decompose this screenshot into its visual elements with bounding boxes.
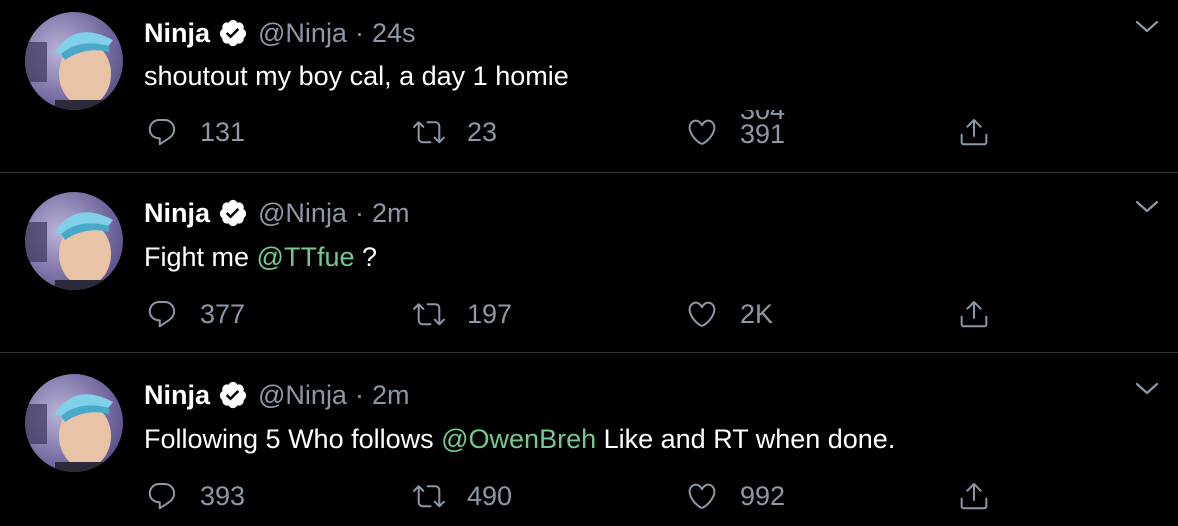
author-handle[interactable]: @Ninja	[258, 18, 347, 49]
retweet-button[interactable]: 23	[413, 110, 497, 154]
tweet-feed: Ninja @Ninja · 24s shoutout my boy cal, …	[0, 0, 1178, 526]
reply-count: 393	[200, 480, 246, 511]
heart-icon	[686, 116, 718, 148]
reply-button[interactable]: 377	[146, 292, 245, 336]
tweet-actions: 377 197 2K	[0, 292, 1178, 336]
share-icon	[958, 298, 990, 330]
tweet-text: Fight me @TTfue ?	[144, 237, 377, 277]
reply-count: 377	[200, 298, 246, 329]
verified-badge-icon	[218, 18, 248, 48]
share-icon	[958, 480, 990, 512]
mention-link[interactable]: @OwenBreh	[441, 424, 596, 454]
tweet[interactable]: Ninja @Ninja · 2m Fight me @TTfue ? 377	[0, 174, 1178, 353]
reply-icon	[146, 480, 178, 512]
retweet-count: 490	[467, 480, 513, 511]
chevron-down-icon[interactable]	[1134, 16, 1160, 38]
separator-dot: ·	[354, 197, 364, 228]
author-name[interactable]: Ninja	[144, 198, 210, 229]
heart-icon	[686, 298, 718, 330]
retweet-count: 197	[467, 298, 513, 329]
tweet-text-part: Like and RT when done.	[596, 424, 896, 454]
separator-dot: ·	[354, 17, 364, 48]
heart-icon	[686, 480, 718, 512]
retweet-button[interactable]: 197	[413, 292, 512, 336]
author-name[interactable]: Ninja	[144, 380, 210, 411]
tweet[interactable]: Ninja @Ninja · 24s shoutout my boy cal, …	[0, 0, 1178, 173]
retweet-icon	[413, 298, 445, 330]
reply-count: 131	[200, 116, 246, 147]
tweet-header: Ninja @Ninja · 2m	[144, 194, 409, 232]
share-button[interactable]	[958, 474, 990, 518]
like-button[interactable]: 992	[686, 474, 785, 518]
retweet-icon	[413, 480, 445, 512]
tweet[interactable]: Ninja @Ninja · 2m Following 5 Who follow…	[0, 354, 1178, 526]
chevron-down-icon[interactable]	[1134, 378, 1160, 400]
share-icon	[958, 116, 990, 148]
timestamp[interactable]: 24s	[372, 18, 416, 49]
mention-link[interactable]: @TTfue	[257, 242, 355, 272]
author-handle[interactable]: @Ninja	[258, 198, 347, 229]
share-button[interactable]	[958, 110, 990, 154]
reply-icon	[146, 116, 178, 148]
share-button[interactable]	[958, 292, 990, 336]
timestamp[interactable]: 2m	[372, 198, 410, 229]
tweet-header: Ninja @Ninja · 2m	[144, 376, 409, 414]
tweet-actions: 393 490 992	[0, 474, 1178, 518]
tweet-actions: 131 23 304 391	[0, 110, 1178, 154]
author-name[interactable]: Ninja	[144, 18, 210, 49]
avatar-image	[25, 192, 123, 290]
retweet-button[interactable]: 490	[413, 474, 512, 518]
tweet-header: Ninja @Ninja · 24s	[144, 14, 416, 52]
like-count-rolling: 304 391	[740, 110, 800, 154]
retweet-icon	[413, 116, 445, 148]
retweet-count: 23	[467, 116, 498, 147]
verified-badge-icon	[218, 198, 248, 228]
like-button[interactable]: 304 391	[686, 110, 800, 154]
avatar-image	[25, 374, 123, 472]
avatar-image	[25, 12, 123, 110]
tweet-text: shoutout my boy cal, a day 1 homie	[144, 56, 569, 96]
like-count-partial: 391	[740, 119, 786, 149]
like-count: 2K	[740, 298, 774, 329]
like-button[interactable]: 2K	[686, 292, 773, 336]
reply-button[interactable]: 393	[146, 474, 245, 518]
like-count: 992	[740, 480, 786, 511]
reply-icon	[146, 298, 178, 330]
avatar[interactable]	[25, 12, 123, 110]
tweet-text-part: shoutout my boy cal, a day 1 homie	[144, 61, 569, 91]
tweet-text-part: Fight me	[144, 242, 257, 272]
separator-dot: ·	[354, 379, 364, 410]
timestamp[interactable]: 2m	[372, 380, 410, 411]
avatar[interactable]	[25, 192, 123, 290]
tweet-text-part: ?	[354, 242, 378, 272]
tweet-text-part: Following 5 Who follows	[144, 424, 442, 454]
chevron-down-icon[interactable]	[1134, 196, 1160, 218]
tweet-text: Following 5 Who follows @OwenBreh Like a…	[144, 419, 895, 459]
verified-badge-icon	[218, 380, 248, 410]
avatar[interactable]	[25, 374, 123, 472]
author-handle[interactable]: @Ninja	[258, 380, 347, 411]
reply-button[interactable]: 131	[146, 110, 245, 154]
